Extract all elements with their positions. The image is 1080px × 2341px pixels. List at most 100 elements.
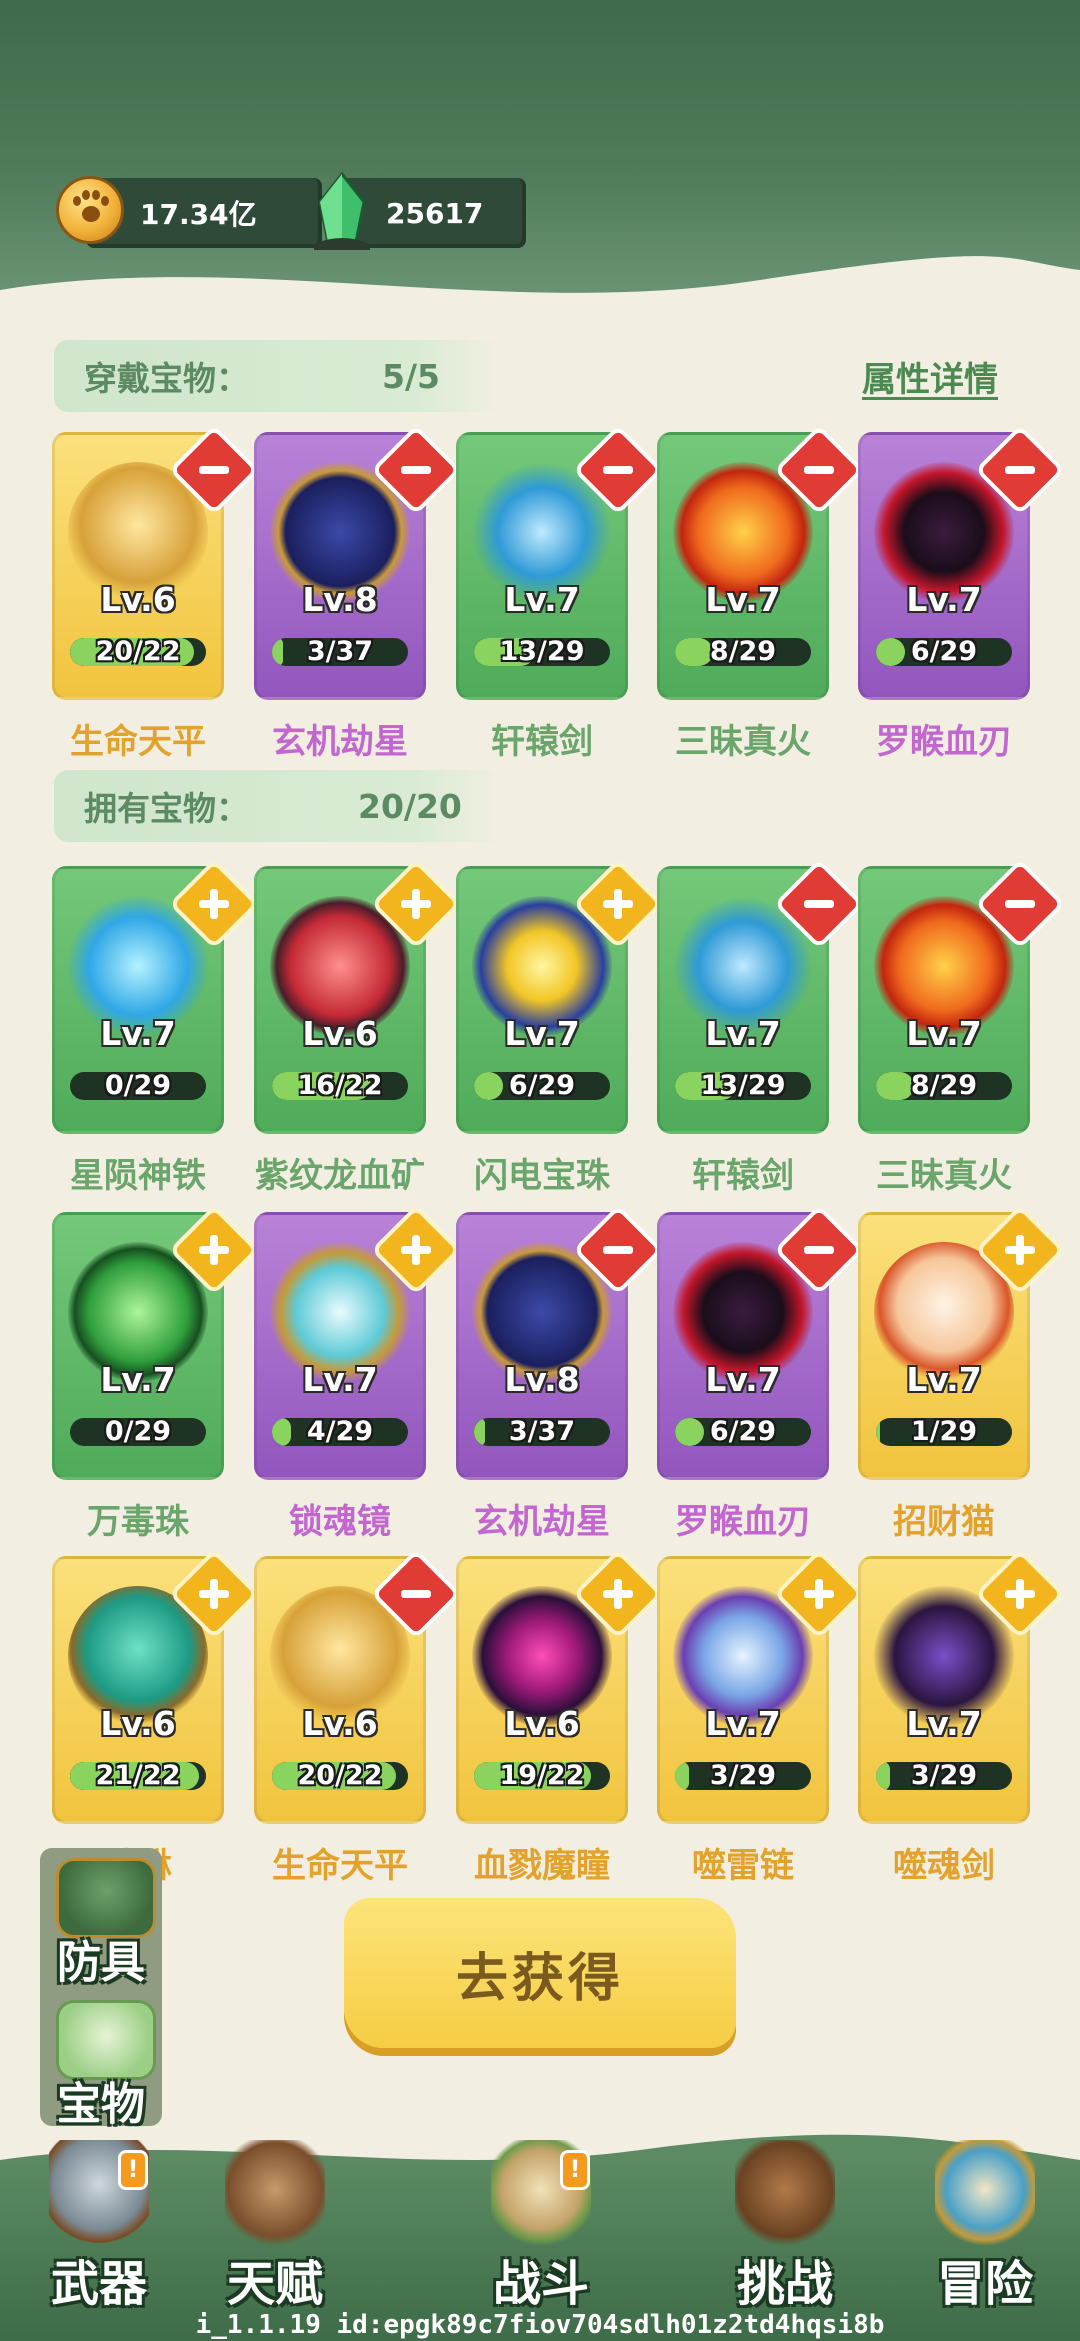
card-name: 罗睺血刃 (876, 722, 1012, 762)
card-level: Lv.6 (504, 1704, 580, 1743)
treasure-card[interactable]: Lv.7 0/29 星陨神铁 (52, 858, 260, 1196)
plus-icon-vertical (1016, 1579, 1024, 1609)
card-progress-bar: 4/29 (272, 1418, 408, 1446)
card-name: 玄机劫星 (474, 1502, 610, 1542)
card-level: Lv.7 (906, 1360, 982, 1399)
treasure-card[interactable]: Lv.7 6/29 罗睺血刃 (858, 424, 1066, 762)
card-progress-bar: 13/29 (474, 638, 610, 666)
adventure-map-icon (935, 2140, 1035, 2250)
treasure-card[interactable]: Lv.7 13/29 轩辕剑 (657, 858, 865, 1196)
progress-text: 20/22 (95, 638, 181, 666)
equipped-count: 5/5 (382, 356, 440, 396)
owned-count: 20/20 (358, 786, 462, 826)
nav-item-talent-book[interactable]: 天赋 (190, 2140, 360, 2312)
alert-badge: ! (118, 2150, 148, 2190)
card-name: 三昧真火 (675, 722, 811, 762)
plus-icon-vertical (614, 889, 622, 919)
progress-text: 0/29 (104, 1418, 172, 1446)
equipped-section-header: 穿戴宝物： 5/5 (54, 340, 504, 412)
side-tab-treasure[interactable]: 宝物 (40, 2000, 170, 2140)
card-level: Lv.7 (705, 1014, 781, 1053)
nav-item-training-dummy[interactable]: 挑战 (700, 2140, 870, 2312)
minus-icon (603, 466, 633, 474)
plus-icon-vertical (210, 889, 218, 919)
card-level: Lv.7 (705, 580, 781, 619)
card-progress-bar: 0/29 (70, 1418, 206, 1446)
treasure-card[interactable]: Lv.8 3/37 玄机劫星 (254, 424, 462, 762)
progress-text: 13/29 (700, 1072, 786, 1100)
treasure-card[interactable]: Lv.7 3/29 噬魂剑 (858, 1548, 1066, 1886)
plus-icon-vertical (412, 1235, 420, 1265)
treasure-card[interactable]: Lv.8 3/37 玄机劫星 (456, 1204, 664, 1542)
obtain-button[interactable]: 去获得 (344, 1898, 736, 2048)
progress-text: 0/29 (104, 1072, 172, 1100)
card-level: Lv.7 (705, 1360, 781, 1399)
progress-text: 20/22 (297, 1762, 383, 1790)
card-progress-bar: 13/29 (675, 1072, 811, 1100)
card-level: Lv.7 (100, 1360, 176, 1399)
card-progress-bar: 6/29 (876, 638, 1012, 666)
treasure-card[interactable]: Lv.6 20/22 生命天平 (254, 1548, 462, 1886)
card-level: Lv.7 (906, 1014, 982, 1053)
card-name: 生命天平 (272, 1846, 408, 1886)
gem-counter[interactable]: 25617 (306, 172, 526, 254)
treasure-card[interactable]: Lv.7 6/29 闪电宝珠 (456, 858, 664, 1196)
treasure-card[interactable]: Lv.7 8/29 三昧真火 (858, 858, 1066, 1196)
card-progress-bar: 1/29 (876, 1418, 1012, 1446)
plus-icon-vertical (815, 1579, 823, 1609)
side-tab-armor-label: 防具 (57, 1937, 145, 1988)
nav-item-axe[interactable]: ! 武器 (14, 2140, 184, 2312)
paw-coin-icon (56, 176, 124, 244)
card-progress-bar: 6/29 (675, 1418, 811, 1446)
nav-item-battle-scroll[interactable]: ! 战斗 (456, 2140, 626, 2312)
card-progress-bar: 8/29 (876, 1072, 1012, 1100)
card-level: Lv.7 (906, 580, 982, 619)
side-tab-armor[interactable]: 防具 (40, 1858, 170, 1998)
card-name: 血戮魔瞳 (474, 1846, 610, 1886)
card-level: Lv.7 (504, 1014, 580, 1053)
card-level: Lv.7 (906, 1704, 982, 1743)
progress-text: 6/29 (709, 1418, 777, 1446)
card-name: 星陨神铁 (70, 1156, 206, 1196)
header-wave (0, 256, 1080, 340)
plus-icon-vertical (412, 889, 420, 919)
nav-item-label: 冒险 (936, 2256, 1033, 2312)
nav-item-label: 天赋 (226, 2256, 323, 2312)
minus-icon (1005, 900, 1035, 908)
treasure-card[interactable]: Lv.7 13/29 轩辕剑 (456, 424, 664, 762)
progress-text: 8/29 (709, 638, 777, 666)
card-name: 紫纹龙血矿 (255, 1156, 425, 1196)
card-name: 锁魂镜 (289, 1502, 391, 1542)
treasure-card[interactable]: Lv.621/22貔貅 (52, 1548, 260, 1886)
treasure-card[interactable]: Lv.7 8/29 三昧真火 (657, 424, 865, 762)
treasure-card[interactable]: Lv.7 6/29 罗睺血刃 (657, 1204, 865, 1542)
nav-item-label: 武器 (50, 2256, 147, 2312)
plus-icon-vertical (210, 1235, 218, 1265)
card-level: Lv.6 (302, 1704, 378, 1743)
treasure-card[interactable]: Lv.7 4/29 锁魂镜 (254, 1204, 462, 1542)
plus-icon-vertical (1016, 1235, 1024, 1265)
treasure-card[interactable]: Lv.7 3/29 噬雷链 (657, 1548, 865, 1886)
owned-section-header: 拥有宝物： 20/20 (54, 770, 504, 842)
card-progress-bar: 3/37 (272, 638, 408, 666)
card-name: 罗睺血刃 (675, 1502, 811, 1542)
attribute-details-link[interactable]: 属性详情 (862, 352, 998, 401)
build-id-text: i_1.1.19 id:epgk89c7fiov704sdlh01z2td4hq… (195, 2310, 885, 2340)
treasure-card[interactable]: Lv.6 19/22 血戮魔瞳 (456, 1548, 664, 1886)
minus-icon (401, 1590, 431, 1598)
card-progress-bar: 21/22 (70, 1762, 206, 1790)
progress-text: 8/29 (910, 1072, 978, 1100)
treasure-card[interactable]: Lv.6 16/22 紫纹龙血矿 (254, 858, 462, 1196)
treasure-card[interactable]: Lv.7 1/29 招财猫 (858, 1204, 1066, 1542)
plus-icon-vertical (614, 1579, 622, 1609)
card-progress-bar: 3/37 (474, 1418, 610, 1446)
treasure-card[interactable]: Lv.6 20/22 生命天平 (52, 424, 260, 762)
coin-counter[interactable]: 17.34亿 (56, 172, 322, 254)
card-progress-bar: 8/29 (675, 638, 811, 666)
treasure-card[interactable]: Lv.7 0/29 万毒珠 (52, 1204, 260, 1542)
card-name: 玄机劫星 (272, 722, 408, 762)
progress-text: 4/29 (306, 1418, 374, 1446)
nav-item-adventure-map[interactable]: 冒险 (900, 2140, 1070, 2312)
card-level: Lv.7 (705, 1704, 781, 1743)
green-crystal-icon (314, 172, 370, 250)
